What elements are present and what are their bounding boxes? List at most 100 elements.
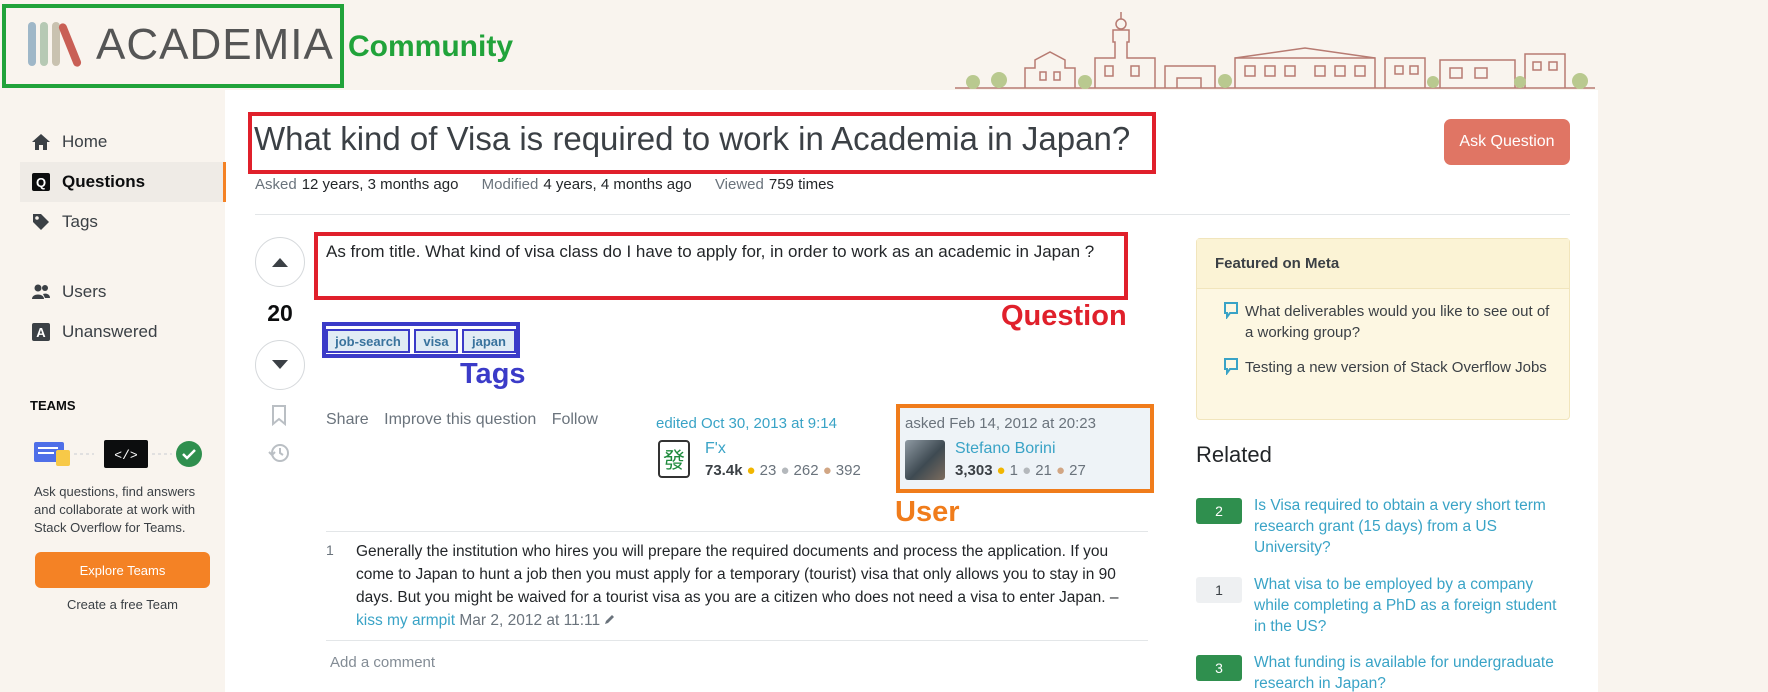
comment-author[interactable]: kiss my armpit bbox=[356, 612, 455, 629]
history-icon[interactable] bbox=[268, 442, 290, 464]
related-heading: Related bbox=[1196, 442, 1272, 467]
downvote-button[interactable] bbox=[255, 340, 305, 390]
upvote-button[interactable] bbox=[255, 237, 305, 287]
asked-timestamp: asked Feb 14, 2012 at 20:23 bbox=[905, 415, 1096, 432]
bronze-badge-icon: ● bbox=[822, 462, 832, 479]
silver-badge-icon: ● bbox=[780, 462, 790, 479]
right-margin-background bbox=[1598, 90, 1768, 692]
bronze-badge-icon: ● bbox=[1056, 462, 1066, 479]
sidebar-item-label: Home bbox=[62, 132, 108, 151]
comment-divider bbox=[326, 531, 1148, 532]
post-menu: Share Improve this question Follow bbox=[326, 411, 609, 429]
asker-name[interactable]: Stefano Borini bbox=[955, 440, 1056, 458]
related-answer-count: 1 bbox=[1196, 577, 1242, 603]
related-question-link[interactable]: What funding is available for undergradu… bbox=[1254, 652, 1570, 692]
asked-label: Asked bbox=[255, 176, 297, 193]
featured-item[interactable]: What deliverables would you like to see … bbox=[1245, 301, 1557, 343]
asker-avatar[interactable] bbox=[905, 440, 945, 480]
questions-icon: Q bbox=[30, 171, 52, 193]
tag-job-search[interactable]: job-search bbox=[326, 329, 410, 353]
featured-heading: Featured on Meta bbox=[1197, 239, 1569, 289]
left-navigation: Home Q Questions Tags Users A Unanswered bbox=[20, 122, 226, 352]
teams-description: Ask questions, find answers and collabor… bbox=[34, 484, 196, 535]
related-answer-count: 3 bbox=[1196, 655, 1242, 681]
related-question-link[interactable]: Is Visa required to obtain a very short … bbox=[1254, 495, 1570, 558]
create-free-team-link[interactable]: Create a free Team bbox=[35, 597, 210, 612]
arrow-down-icon bbox=[272, 360, 288, 369]
tags-annotation-label: Tags bbox=[460, 358, 526, 390]
comment-divider bbox=[326, 640, 1148, 641]
sidebar-item-label: Unanswered bbox=[62, 322, 158, 341]
asker-gold-count: 1 bbox=[1009, 462, 1018, 479]
tag-visa[interactable]: visa bbox=[414, 329, 458, 353]
gold-badge-icon: ● bbox=[996, 462, 1006, 479]
modified-value[interactable]: 4 years, 4 months ago bbox=[543, 176, 691, 193]
user-annotation-label: User bbox=[895, 496, 960, 528]
home-icon bbox=[30, 131, 52, 153]
question-body: As from title. What kind of visa class d… bbox=[326, 242, 1095, 261]
editor-reputation: 73.4k bbox=[705, 462, 743, 479]
viewed-label: Viewed bbox=[714, 176, 764, 193]
related-answer-count: 2 bbox=[1196, 498, 1242, 524]
sidebar-item-label: Users bbox=[62, 282, 107, 301]
svg-text:Q: Q bbox=[36, 175, 46, 190]
comment-score: 1 bbox=[326, 542, 334, 558]
bookmark-icon[interactable] bbox=[270, 404, 288, 426]
tag-icon bbox=[30, 211, 52, 233]
edited-timestamp[interactable]: edited Oct 30, 2013 at 9:14 bbox=[656, 415, 837, 432]
unanswered-icon: A bbox=[30, 321, 52, 343]
vote-count: 20 bbox=[267, 300, 293, 326]
site-logo-text[interactable]: ACADEMIA bbox=[96, 20, 334, 70]
pencil-icon[interactable] bbox=[604, 613, 616, 625]
teams-illustration: </> bbox=[34, 440, 202, 468]
question-title[interactable]: What kind of Visa is required to work in… bbox=[254, 120, 1130, 158]
sidebar-item-label: Tags bbox=[62, 212, 98, 231]
asker-bronze-count: 27 bbox=[1069, 462, 1086, 479]
sidebar-item-users[interactable]: Users bbox=[20, 272, 226, 312]
improve-question-link[interactable]: Improve this question bbox=[384, 411, 536, 428]
question-meta: Asked 12 years, 3 months ago Modified 4 ye… bbox=[255, 176, 853, 193]
speech-bubble-icon bbox=[1224, 302, 1238, 319]
related-question-link[interactable]: What visa to be employed by a company wh… bbox=[1254, 574, 1570, 637]
add-comment-link[interactable]: Add a comment bbox=[330, 654, 435, 671]
community-annotation-label: Community bbox=[348, 30, 513, 63]
users-icon bbox=[30, 281, 52, 303]
featured-item[interactable]: Testing a new version of Stack Overflow … bbox=[1245, 357, 1557, 378]
editor-silver-count: 262 bbox=[793, 462, 819, 479]
gold-badge-icon: ● bbox=[746, 462, 756, 479]
explore-teams-button[interactable]: Explore Teams bbox=[35, 552, 210, 588]
editor-bronze-count: 392 bbox=[835, 462, 861, 479]
svg-text:</>: </> bbox=[114, 448, 138, 463]
tag-japan[interactable]: japan bbox=[462, 329, 516, 353]
featured-on-meta: Featured on Meta What deliverables would… bbox=[1196, 238, 1570, 420]
editor-name[interactable]: F'x bbox=[705, 440, 726, 458]
arrow-up-icon bbox=[272, 258, 288, 267]
sidebar-item-label: Questions bbox=[62, 172, 146, 191]
comment-body: Generally the institution who hires you … bbox=[356, 543, 1119, 606]
svg-text:A: A bbox=[36, 325, 46, 340]
academia-logo-icon[interactable] bbox=[26, 18, 86, 68]
teams-heading: TEAMS bbox=[30, 398, 76, 413]
asker-stats: 3,303 ● 1 ● 21 ● 27 bbox=[955, 462, 1086, 479]
ask-question-button[interactable]: Ask Question bbox=[1444, 119, 1570, 165]
question-annotation-label: Question bbox=[1001, 300, 1127, 332]
sidebar-item-home[interactable]: Home bbox=[20, 122, 226, 162]
share-link[interactable]: Share bbox=[326, 411, 369, 428]
header-divider bbox=[255, 214, 1570, 215]
viewed-value: 759 times bbox=[768, 176, 834, 193]
asker-reputation: 3,303 bbox=[955, 462, 993, 479]
comment: Generally the institution who hires you … bbox=[356, 540, 1121, 632]
editor-avatar[interactable]: 發 bbox=[658, 440, 690, 478]
sidebar-item-questions[interactable]: Q Questions bbox=[20, 162, 226, 202]
campus-skyline-illustration bbox=[955, 12, 1595, 89]
follow-link[interactable]: Follow bbox=[552, 411, 598, 428]
sidebar-item-tags[interactable]: Tags bbox=[20, 202, 226, 242]
editor-gold-count: 23 bbox=[759, 462, 777, 479]
comment-date[interactable]: Mar 2, 2012 at 11:11 bbox=[459, 612, 600, 629]
sidebar-item-unanswered[interactable]: A Unanswered bbox=[20, 312, 226, 352]
asked-value: 12 years, 3 months ago bbox=[301, 176, 459, 193]
asker-silver-count: 21 bbox=[1035, 462, 1052, 479]
speech-bubble-icon bbox=[1224, 358, 1238, 375]
silver-badge-icon: ● bbox=[1022, 462, 1032, 479]
editor-stats: 73.4k ● 23 ● 262 ● 392 bbox=[705, 462, 861, 479]
